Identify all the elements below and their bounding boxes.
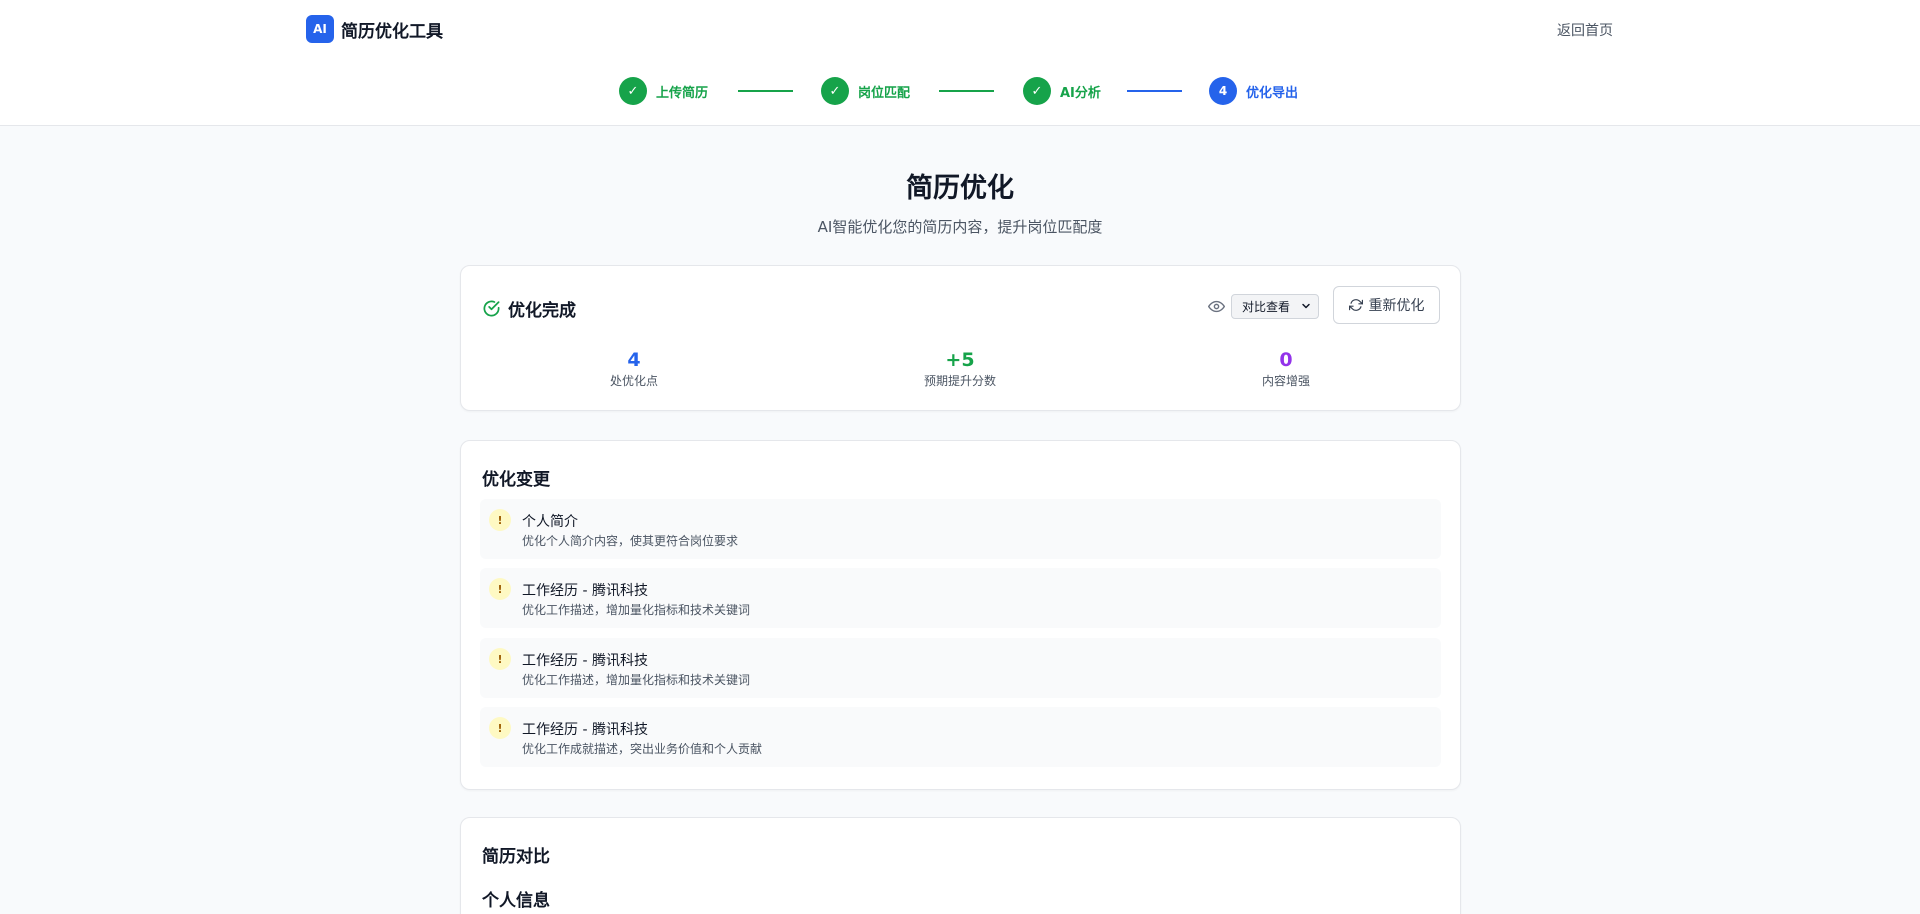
change-item: ! 工作经历 - 腾讯科技 优化工作成就描述，突出业务价值和个人贡献 — [480, 707, 1441, 767]
progress-steps: ✓ 上传简历 ✓ 岗位匹配 ✓ AI分析 4 优化导出 — [0, 77, 1920, 105]
stat-score-gain: +5 预期提升分数 — [860, 349, 1060, 389]
step-analysis: ✓ AI分析 — [1023, 77, 1101, 105]
change-item: ! 个人简介 优化个人简介内容，使其更符合岗位要求 — [480, 499, 1441, 559]
step-label: 优化导出 — [1246, 85, 1299, 101]
warning-icon: ! — [489, 717, 511, 739]
stat-value: 0 — [1279, 349, 1293, 371]
step-label: AI分析 — [1060, 85, 1101, 101]
step-upload: ✓ 上传简历 — [619, 77, 708, 105]
page-title: 简历优化 — [906, 173, 1014, 204]
check-icon: ✓ — [619, 77, 647, 105]
compare-section-title: 个人信息 — [482, 891, 550, 911]
step-connector — [939, 90, 994, 92]
change-description: 优化工作描述，增加量化指标和技术关键词 — [522, 673, 751, 687]
change-description: 优化工作描述，增加量化指标和技术关键词 — [522, 603, 751, 617]
app-logo[interactable]: AI 简历优化工具 — [306, 15, 443, 43]
change-item: ! 工作经历 - 腾讯科技 优化工作描述，增加量化指标和技术关键词 — [480, 638, 1441, 698]
check-icon: ✓ — [1023, 77, 1051, 105]
check-icon: ✓ — [821, 77, 849, 105]
step-label: 上传简历 — [656, 85, 709, 101]
logo-badge: AI — [306, 15, 334, 43]
warning-icon: ! — [489, 509, 511, 531]
top-header: AI 简历优化工具 返回首页 ✓ 上传简历 ✓ 岗位匹配 ✓ AI分析 4 优化… — [0, 0, 1920, 126]
step-connector — [1127, 90, 1182, 92]
change-description: 优化个人简介内容，使其更符合岗位要求 — [522, 534, 739, 548]
resume-compare-card: 简历对比 个人信息 — [460, 817, 1461, 914]
warning-icon: ! — [489, 578, 511, 600]
reoptimize-label: 重新优化 — [1368, 298, 1425, 314]
step-label: 岗位匹配 — [858, 85, 911, 101]
view-mode-select[interactable]: 对比查看 — [1231, 294, 1319, 319]
back-home-link[interactable]: 返回首页 — [1557, 20, 1613, 40]
eye-icon — [1208, 300, 1225, 313]
step-number-badge: 4 — [1209, 77, 1237, 105]
compare-title: 简历对比 — [482, 847, 550, 867]
view-mode-value: 对比查看 — [1242, 300, 1291, 314]
step-export: 4 优化导出 — [1209, 77, 1298, 105]
stat-value: 4 — [627, 349, 641, 371]
stat-label: 处优化点 — [609, 374, 658, 388]
optimization-changes-card: 优化变更 ! 个人简介 优化个人简介内容，使其更符合岗位要求 ! 工作经历 - … — [460, 440, 1461, 790]
refresh-icon — [1348, 299, 1363, 311]
change-title: 工作经历 - 腾讯科技 — [522, 722, 648, 738]
change-item: ! 工作经历 - 腾讯科技 优化工作描述，增加量化指标和技术关键词 — [480, 568, 1441, 628]
stat-optimization-points: 4 处优化点 — [534, 349, 734, 389]
optimization-summary-card: 优化完成 对比查看 重新优化 4 处优化点 +5 预期提升分数 0 内容增强 — [460, 265, 1461, 411]
change-description: 优化工作成就描述，突出业务价值和个人贡献 — [522, 742, 763, 756]
stat-content-enhanced: 0 内容增强 — [1186, 349, 1386, 389]
page-subtitle: AI智能优化您的简历内容，提升岗位匹配度 — [817, 218, 1103, 236]
summary-header: 优化完成 — [482, 296, 576, 321]
step-connector — [738, 90, 793, 92]
changes-title: 优化变更 — [482, 470, 550, 490]
check-circle-icon — [483, 300, 500, 317]
chevron-down-icon — [1302, 303, 1310, 309]
change-title: 工作经历 - 腾讯科技 — [522, 583, 648, 599]
change-title: 个人简介 — [522, 514, 578, 530]
reoptimize-button[interactable]: 重新优化 — [1333, 286, 1440, 324]
warning-icon: ! — [489, 648, 511, 670]
step-match: ✓ 岗位匹配 — [821, 77, 910, 105]
app-title: 简历优化工具 — [341, 21, 443, 42]
stat-label: 内容增强 — [1261, 374, 1310, 388]
summary-title: 优化完成 — [508, 301, 576, 321]
change-title: 工作经历 - 腾讯科技 — [522, 653, 648, 669]
stat-label: 预期提升分数 — [923, 374, 996, 388]
stat-value: +5 — [945, 349, 975, 371]
